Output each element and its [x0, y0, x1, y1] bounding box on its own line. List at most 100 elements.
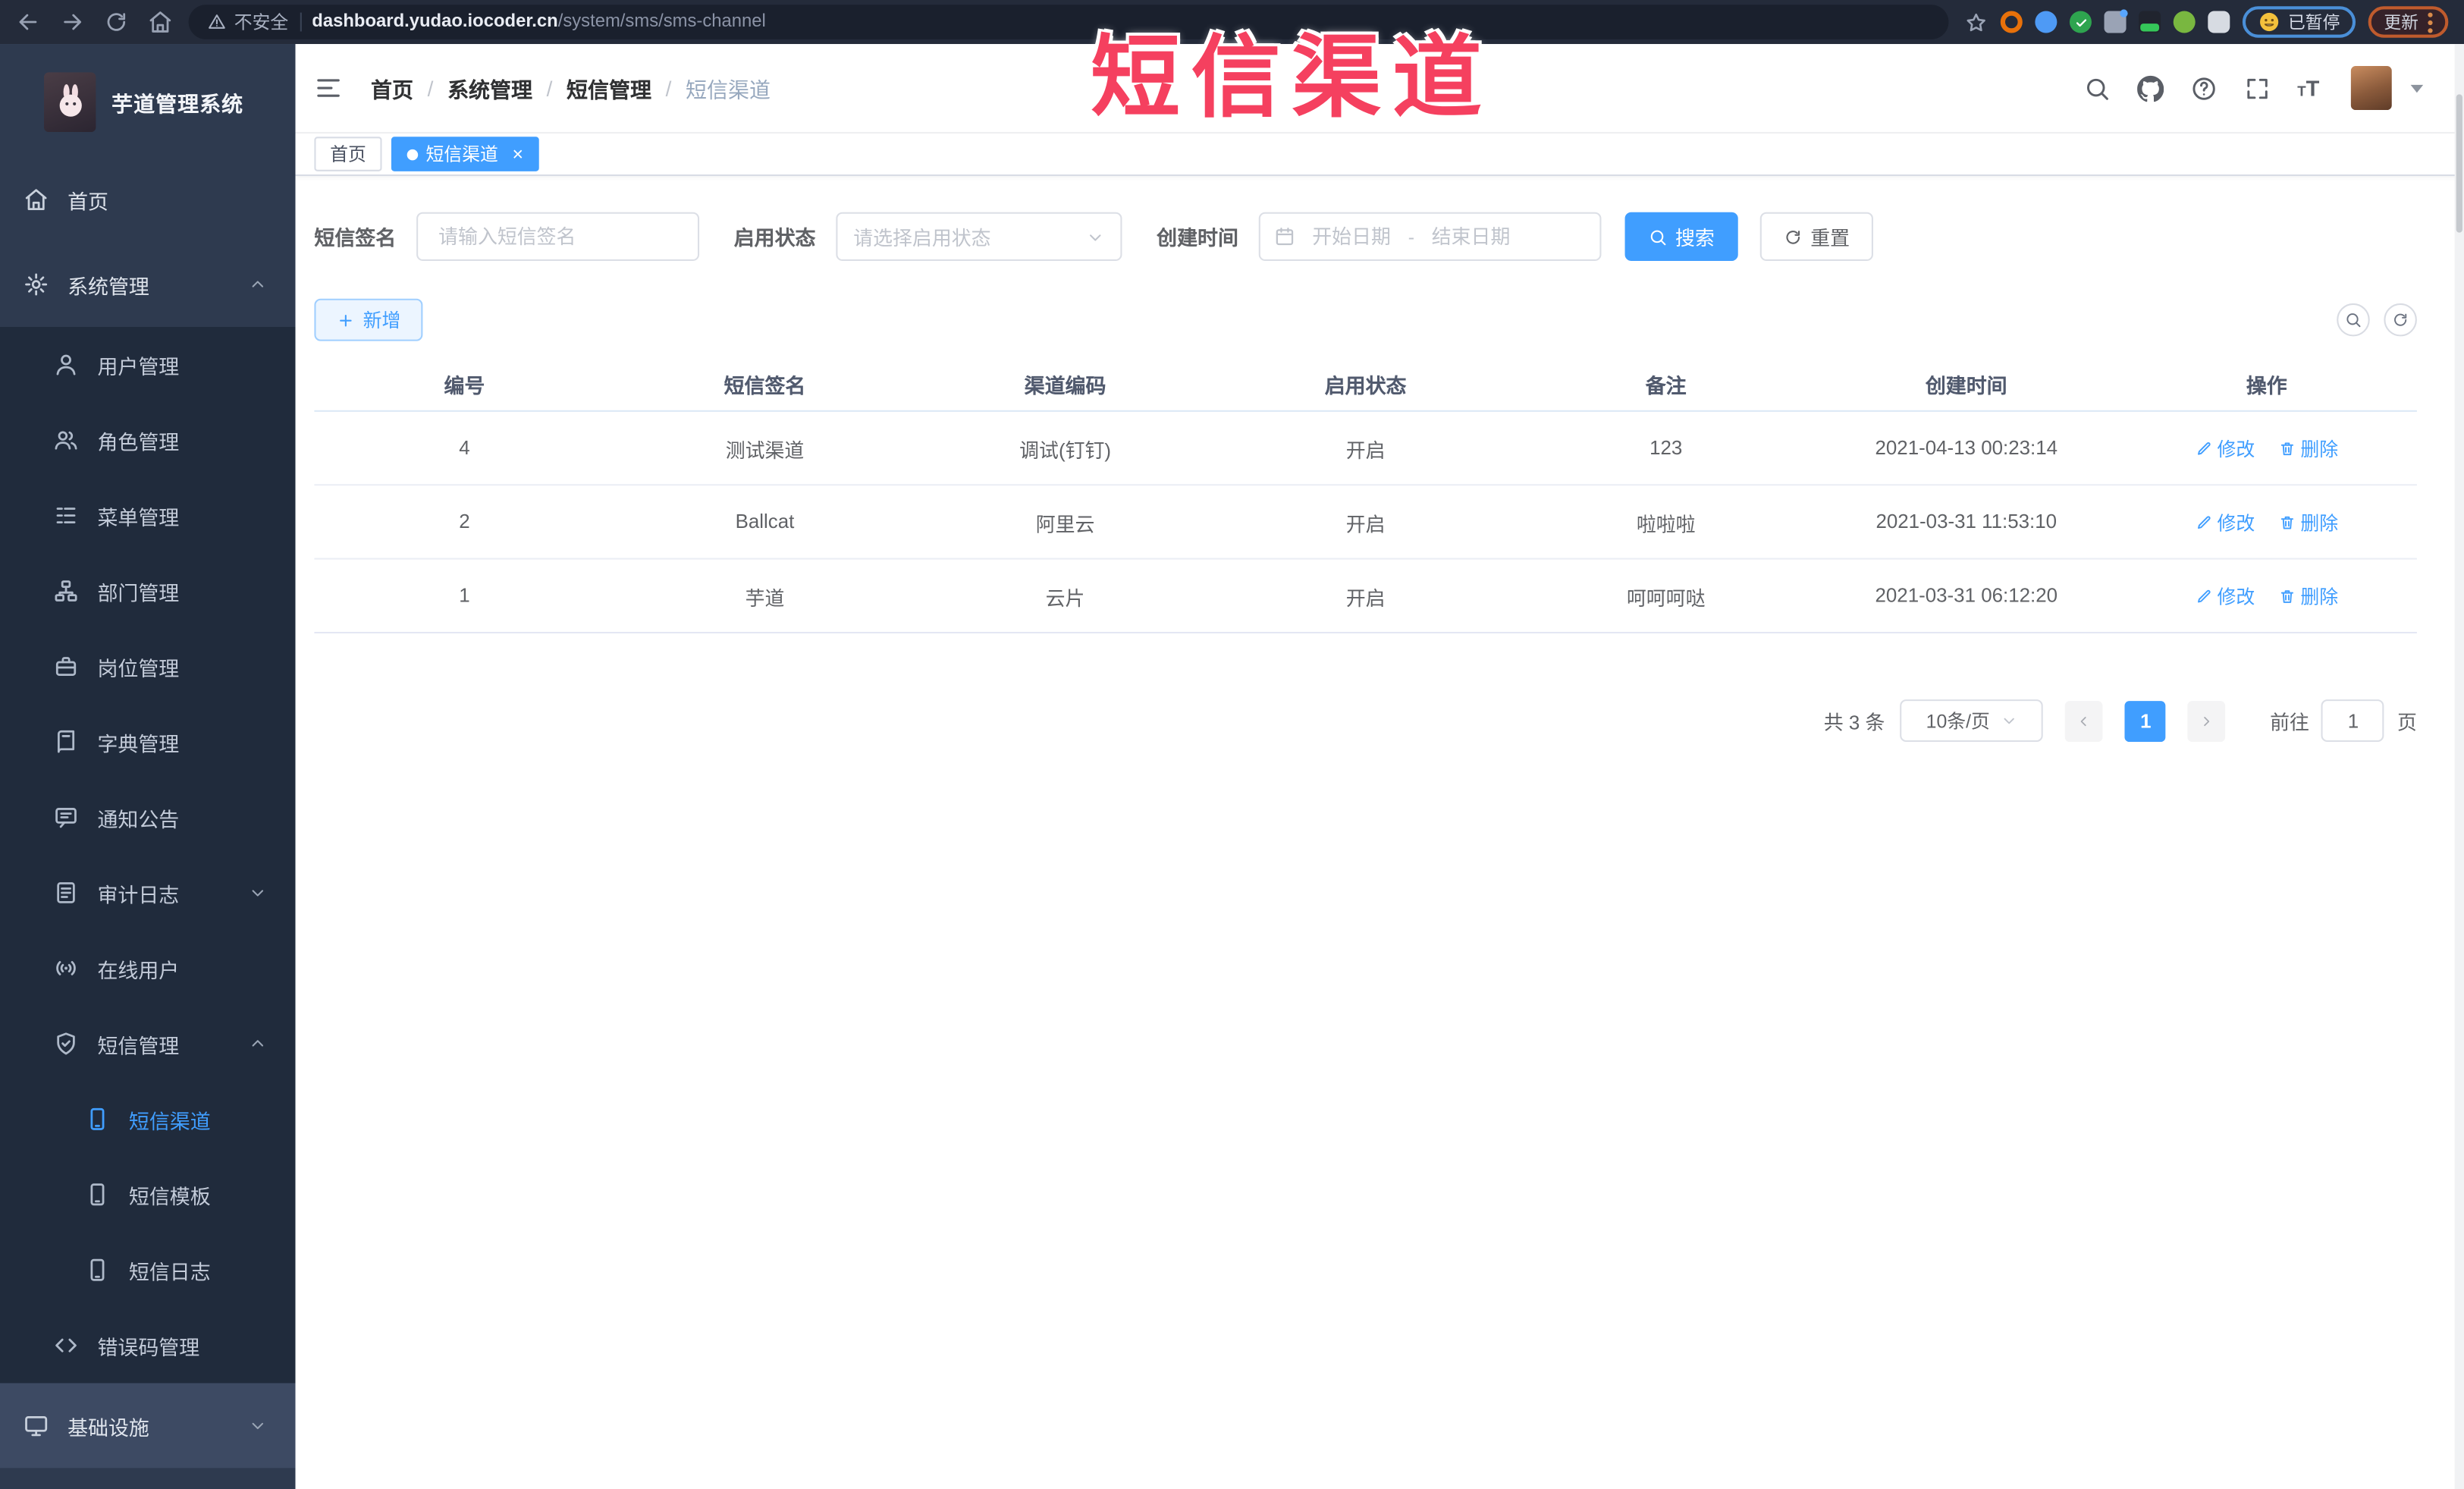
- scrollbar-thumb[interactable]: [2456, 94, 2462, 233]
- scrollbar[interactable]: [2454, 44, 2464, 1489]
- security-status[interactable]: 不安全: [208, 9, 288, 34]
- bookmark-star-icon[interactable]: [1964, 10, 1988, 33]
- sign-input[interactable]: [435, 224, 681, 250]
- status-select[interactable]: 请选择启用状态: [836, 212, 1122, 261]
- search-icon: [1649, 227, 1668, 246]
- breadcrumb-home[interactable]: 首页: [371, 72, 413, 103]
- breadcrumb-sms[interactable]: 短信管理: [567, 72, 651, 103]
- sidebar-item-roles[interactable]: 角色管理: [0, 402, 296, 477]
- browser-forward-icon[interactable]: [60, 9, 85, 34]
- breadcrumb: 首页 / 系统管理 / 短信管理 / 短信渠道: [371, 72, 771, 103]
- briefcase-icon: [53, 654, 78, 679]
- browser-update-button[interactable]: 更新: [2368, 6, 2449, 38]
- chevron-down-icon: [2001, 712, 2018, 730]
- tags-view: 首页 短信渠道 ×: [295, 134, 2464, 177]
- cell-code: 云片: [1045, 586, 1085, 609]
- sidebar-item-online-users[interactable]: 在线用户: [0, 931, 296, 1006]
- search-button[interactable]: 搜索: [1624, 212, 1738, 261]
- phone-icon: [85, 1107, 110, 1132]
- page-number-current[interactable]: 1: [2125, 700, 2167, 741]
- sidebar-item-sms[interactable]: 短信管理: [0, 1006, 296, 1081]
- edit-link[interactable]: 修改: [2195, 435, 2255, 461]
- range-separator: -: [1408, 225, 1414, 248]
- phone-icon: [85, 1258, 110, 1283]
- table-toolbar: 新增: [314, 298, 2417, 341]
- sidebar-item-error-codes[interactable]: 错误码管理: [0, 1308, 296, 1383]
- date-range-picker[interactable]: -: [1258, 212, 1602, 261]
- delete-link[interactable]: 删除: [2278, 508, 2338, 535]
- tab-home[interactable]: 首页: [314, 137, 382, 171]
- edit-link[interactable]: 修改: [2195, 508, 2255, 535]
- browser-menu-dots-icon[interactable]: [2428, 11, 2433, 33]
- profile-paused-chip[interactable]: 已暂停: [2242, 6, 2356, 38]
- add-button[interactable]: 新增: [314, 298, 423, 341]
- browser-home-icon[interactable]: [148, 9, 173, 34]
- browser-reload-icon[interactable]: [104, 9, 129, 34]
- toggle-search-button[interactable]: [2337, 303, 2370, 337]
- extension-grid-icon[interactable]: [2104, 9, 2128, 33]
- github-icon[interactable]: [2137, 74, 2164, 101]
- emoji-face-icon: [2258, 11, 2280, 33]
- goto-page-input[interactable]: [2321, 699, 2385, 743]
- screen: 不安全 dashboard.yudao.iocoder.cn/system/sm…: [0, 0, 2464, 1489]
- sidebar-item-label: 角色管理: [97, 429, 180, 454]
- monitor-icon: [24, 1413, 49, 1438]
- delete-link[interactable]: 删除: [2278, 583, 2338, 609]
- hamburger-icon[interactable]: [314, 74, 342, 102]
- sidebar-item-posts[interactable]: 岗位管理: [0, 629, 296, 704]
- cell-status: 开启: [1345, 586, 1386, 609]
- next-page-button[interactable]: [2188, 700, 2227, 741]
- edit-link[interactable]: 修改: [2195, 583, 2255, 609]
- cell-created: 2021-03-31 11:53:10: [1875, 510, 2058, 533]
- caret-down-icon[interactable]: [2410, 83, 2424, 93]
- refresh-table-button[interactable]: [2384, 303, 2417, 337]
- sidebar-item-notice[interactable]: 通知公告: [0, 780, 296, 855]
- sidebar-item-system[interactable]: 系统管理: [0, 242, 296, 327]
- sidebar-menu: 首页 系统管理 用户管理 角色管理 菜单管理 部门管理 岗位管理 字典管理 通知…: [0, 157, 296, 1489]
- users-icon: [53, 428, 78, 453]
- reset-button[interactable]: 重置: [1759, 212, 1874, 261]
- sidebar-item-infrastructure[interactable]: 基础设施: [0, 1383, 296, 1469]
- sidebar-item-dict[interactable]: 字典管理: [0, 704, 296, 779]
- extension-orange-icon[interactable]: [2000, 11, 2023, 33]
- trash-icon: [2278, 439, 2296, 457]
- extension-check-icon[interactable]: [2069, 11, 2092, 33]
- url-path: /system/sms/sms-channel: [557, 12, 766, 32]
- avatar[interactable]: [2350, 66, 2392, 111]
- tab-sms-channel[interactable]: 短信渠道 ×: [391, 137, 539, 171]
- breadcrumb-system[interactable]: 系统管理: [447, 72, 532, 103]
- gear-icon: [24, 272, 49, 297]
- header-search-icon[interactable]: [2083, 74, 2110, 101]
- extension-on-badge-icon[interactable]: [2139, 11, 2161, 33]
- sidebar-item-sms-template[interactable]: 短信模板: [0, 1157, 296, 1232]
- close-icon[interactable]: ×: [513, 145, 524, 164]
- extension-pin-icon[interactable]: [2035, 11, 2058, 33]
- delete-link[interactable]: 删除: [2278, 435, 2338, 461]
- font-size-icon[interactable]: TT: [2297, 75, 2319, 100]
- sidebar-item-audit-log[interactable]: 审计日志: [0, 855, 296, 930]
- sidebar-item-sms-log[interactable]: 短信日志: [0, 1233, 296, 1308]
- sidebar-item-departments[interactable]: 部门管理: [0, 553, 296, 628]
- sidebar-item-home[interactable]: 首页: [0, 157, 296, 242]
- sidebar-item-menus[interactable]: 菜单管理: [0, 478, 296, 553]
- start-date-input[interactable]: [1301, 224, 1402, 250]
- browser-back-icon[interactable]: [16, 9, 41, 34]
- app: 芋道管理系统 首页 系统管理 用户管理 角色管理 菜单管理 部门管理 岗位管理 …: [0, 44, 2464, 1489]
- address-bar[interactable]: 不安全 dashboard.yudao.iocoder.cn/system/sm…: [188, 5, 1949, 39]
- chevron-up-icon: [248, 275, 267, 294]
- logo-rabbit-icon: [44, 72, 96, 133]
- extension-leaf-icon[interactable]: [2173, 11, 2196, 33]
- prev-page-button[interactable]: [2065, 700, 2104, 741]
- sidebar-logo[interactable]: 芋道管理系统: [0, 44, 296, 157]
- extensions-puzzle-icon[interactable]: [2208, 11, 2230, 33]
- chevron-down-icon: [1086, 227, 1105, 246]
- pagination-total: 共 3 条: [1823, 712, 1885, 734]
- sidebar-item-sms-channel[interactable]: 短信渠道: [0, 1082, 296, 1157]
- breadcrumb-separator: /: [427, 76, 434, 100]
- end-date-input[interactable]: [1420, 224, 1521, 250]
- cell-remark: 啦啦啦: [1636, 513, 1696, 536]
- fullscreen-icon[interactable]: [2244, 74, 2271, 101]
- help-icon[interactable]: [2190, 74, 2217, 101]
- page-size-select[interactable]: 10条/页: [1901, 699, 2044, 743]
- sidebar-item-users[interactable]: 用户管理: [0, 327, 296, 402]
